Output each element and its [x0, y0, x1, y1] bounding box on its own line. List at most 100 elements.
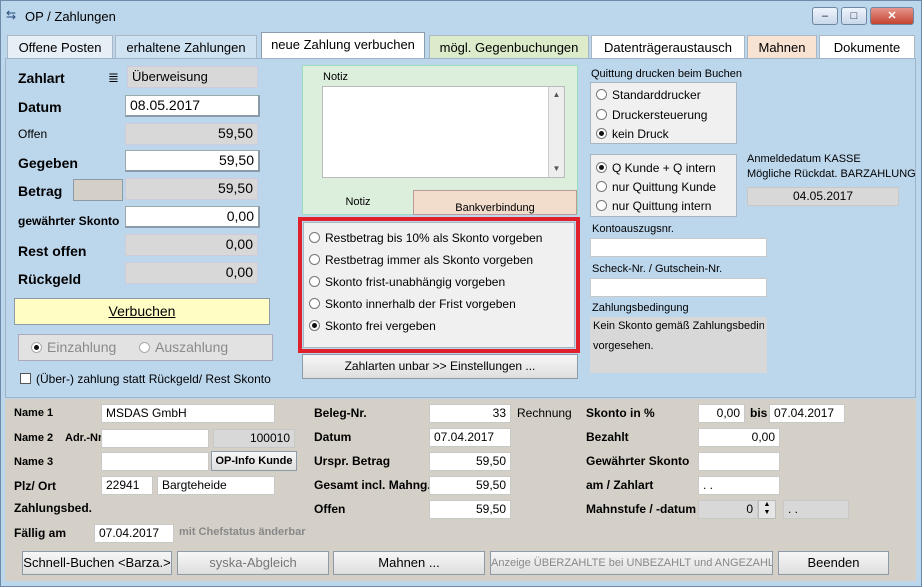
mahn-field: 0: [698, 500, 758, 519]
syska-button[interactable]: syska-Abgleich: [177, 551, 329, 575]
notiz-textarea[interactable]: ▲ ▼: [322, 86, 565, 178]
urspr-field: 59,50: [429, 452, 511, 471]
datum-field[interactable]: 08.05.2017: [125, 95, 260, 117]
beleg-datum-label: Datum: [314, 430, 352, 444]
skonto-option-2[interactable]: Restbetrag immer als Skonto vorgeben: [309, 253, 533, 267]
opinfo-button[interactable]: OP-Info Kunde: [211, 451, 297, 471]
tab-mahnen[interactable]: Mahnen: [747, 35, 817, 59]
scroll-down-icon[interactable]: ▼: [549, 161, 564, 177]
gegeben-label: Gegeben: [18, 155, 78, 171]
anzeige-button[interactable]: Anzeige ÜBERZAHLTE bei UNBEZAHLT und ANG…: [490, 551, 773, 575]
beleg-datum-field: 07.04.2017: [429, 428, 511, 447]
list-icon: ≣: [108, 70, 119, 85]
scroll-up-icon[interactable]: ▲: [549, 87, 564, 103]
name3-field[interactable]: [101, 452, 209, 471]
tab-offene-posten[interactable]: Offene Posten: [7, 35, 113, 59]
tab-bankverbindung[interactable]: Bankverbindung: [413, 190, 577, 215]
tab-neue-zahlung[interactable]: neue Zahlung verbuchen: [261, 32, 425, 59]
ort-field[interactable]: Bargteheide: [157, 476, 275, 495]
zahlungsbed-text-2: vorgesehen.: [593, 340, 654, 352]
stepper-up-icon[interactable]: ▲: [759, 501, 775, 509]
am-field: . .: [698, 476, 780, 495]
skonto-option-1[interactable]: Restbetrag bis 10% als Skonto vorgeben: [309, 231, 542, 245]
skonto-option-1-label: Restbetrag bis 10% als Skonto vorgeben: [325, 231, 543, 245]
auszahlung-radio[interactable]: Auszahlung: [139, 335, 228, 360]
name1-field[interactable]: MSDAS GmbH: [101, 404, 275, 423]
scheck-field[interactable]: [590, 278, 767, 297]
beleg-offen-field: 59,50: [429, 500, 511, 519]
gegeben-field[interactable]: 59,50: [125, 150, 260, 172]
einzahlung-label: Einzahlung: [47, 339, 117, 355]
bezahlt-label: Bezahlt: [586, 430, 629, 444]
minimize-button[interactable]: –: [812, 7, 838, 25]
zahlarten-button[interactable]: Zahlarten unbar >> Einstellungen ...: [302, 354, 578, 379]
zahlungsbed-short-label: Zahlungsbed.: [14, 501, 92, 515]
schnell-buchen-button[interactable]: Schnell-Buchen <Barza.>: [22, 551, 172, 575]
konto-field[interactable]: [590, 238, 767, 257]
beleg-field: 33: [429, 404, 511, 423]
skonto-pct-field: 0,00: [698, 404, 745, 423]
bezahlt-field: 0,00: [698, 428, 780, 447]
skonto-field[interactable]: 0,00: [125, 206, 260, 228]
einzahlung-radio[interactable]: Einzahlung: [31, 335, 116, 360]
quittung-option-1-label: Q Kunde + Q intern: [612, 161, 716, 175]
tab-datentraeger[interactable]: Datenträgeraustausch: [591, 35, 745, 59]
quittung-option-2[interactable]: nur Quittung Kunde: [596, 180, 716, 194]
window: ⇆ OP / Zahlungen – □ ✕ Offene Posten erh…: [0, 0, 922, 587]
beleg-offen-label: Offen: [314, 502, 346, 516]
am-label: am / Zahlart: [586, 478, 654, 492]
maximize-button[interactable]: □: [841, 7, 867, 25]
mahn-label: Mahnstufe / -datum: [586, 502, 696, 516]
ueberzahlung-checkbox[interactable]: (Über-) zahlung statt Rückgeld/ Rest Sko…: [20, 372, 271, 386]
betrag-button[interactable]: [73, 179, 123, 201]
skonto-option-5[interactable]: Skonto frei vergeben: [309, 319, 436, 333]
beenden-button[interactable]: Beenden: [778, 551, 889, 575]
quittung-option-1[interactable]: Q Kunde + Q intern: [596, 161, 716, 175]
adr-field: 100010: [213, 429, 295, 448]
drucker-option-2-label: Druckersteuerung: [612, 108, 708, 122]
ueberzahlung-label: (Über-) zahlung statt Rückgeld/ Rest Sko…: [36, 372, 271, 386]
skonto-option-3[interactable]: Skonto frist-unabhängig vorgeben: [309, 275, 505, 289]
notiz-label: Notiz: [323, 71, 349, 83]
faellig-field[interactable]: 07.04.2017: [94, 524, 174, 543]
mahnen-button[interactable]: Mahnen ...: [333, 551, 485, 575]
name2-label: Name 2: [14, 432, 54, 444]
verbuchen-button[interactable]: Verbuchen: [14, 298, 270, 325]
drucker-option-2[interactable]: Druckersteuerung: [596, 108, 707, 122]
quittung-option-3[interactable]: nur Quittung intern: [596, 199, 711, 213]
mahn-stepper[interactable]: ▲ ▼: [758, 500, 776, 519]
gew-skonto-field: [698, 452, 780, 471]
zahlart-label: Zahlart: [18, 70, 65, 86]
drucker-option-3-label: kein Druck: [612, 127, 669, 141]
tab-notiz[interactable]: Notiz: [303, 190, 413, 215]
notiz-scrollbar[interactable]: ▲ ▼: [548, 87, 564, 177]
notiz-panel: Notiz ▲ ▼ Notiz Bankverbindung: [302, 65, 578, 215]
skonto-pct-label: Skonto in %: [586, 406, 655, 420]
drucker-option-1[interactable]: Standarddrucker: [596, 88, 701, 102]
window-title: OP / Zahlungen: [25, 9, 116, 24]
offen-label: Offen: [18, 127, 48, 141]
name1-label: Name 1: [14, 407, 54, 419]
close-button[interactable]: ✕: [870, 7, 914, 25]
tab-erhaltene-zahlungen[interactable]: erhaltene Zahlungen: [115, 35, 257, 59]
konto-label: Kontoauszugsnr.: [592, 223, 674, 235]
name3-label: Name 3: [14, 456, 54, 468]
betrag-field: 59,50: [125, 178, 258, 200]
bis-label: bis: [750, 406, 768, 420]
rechnung-label: Rechnung: [517, 406, 572, 420]
gew-skonto-label: Gewährter Skonto: [586, 454, 690, 468]
zahlungsbed-label: Zahlungsbedingung: [592, 302, 689, 314]
stepper-down-icon[interactable]: ▼: [759, 509, 775, 517]
betrag-label: Betrag: [18, 183, 63, 199]
drucker-option-3[interactable]: kein Druck: [596, 127, 669, 141]
faellig-label: Fällig am: [14, 526, 67, 540]
skonto-label: gewährter Skonto: [18, 214, 120, 228]
plz-field[interactable]: 22941: [101, 476, 153, 495]
tab-dokumente[interactable]: Dokumente: [819, 35, 915, 59]
plz-label: Plz/ Ort: [14, 479, 57, 493]
skonto-option-4[interactable]: Skonto innerhalb der Frist vorgeben: [309, 297, 516, 311]
name2-field[interactable]: [101, 429, 209, 448]
zahlart-field[interactable]: Überweisung: [127, 66, 258, 88]
tab-gegenbuchungen[interactable]: mögl. Gegenbuchungen: [429, 35, 589, 59]
zahlungsart-group: Einzahlung Auszahlung: [18, 334, 273, 361]
